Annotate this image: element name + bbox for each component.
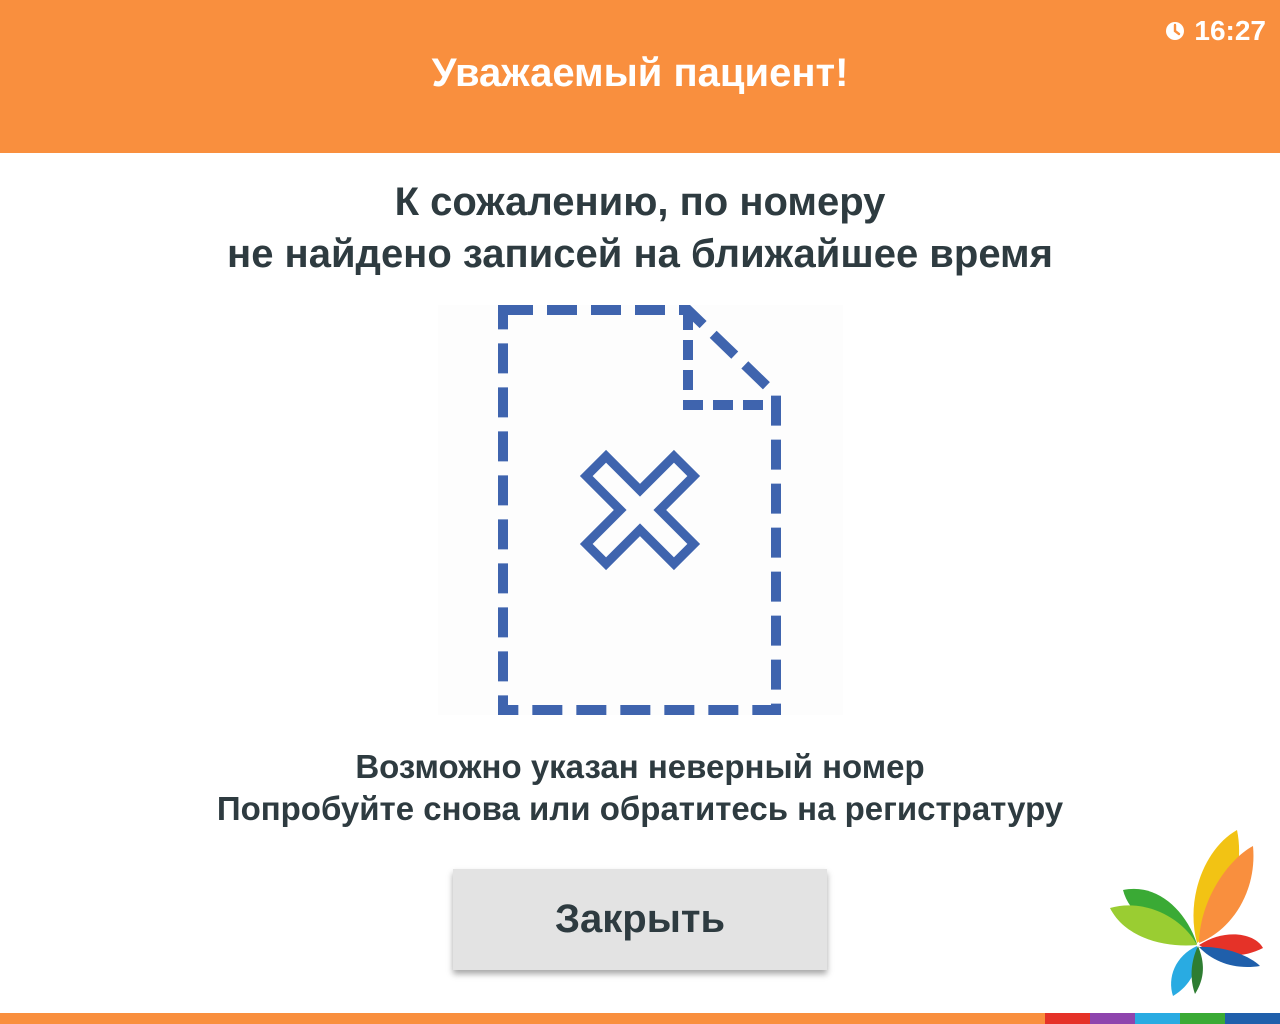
document-not-found-icon bbox=[498, 305, 781, 715]
butterfly-logo-icon bbox=[1110, 830, 1263, 996]
headline-line-2: не найдено записей на ближайшее время bbox=[227, 232, 1053, 276]
not-found-headline: К сожалению, по номеру не найдено записе… bbox=[0, 176, 1280, 280]
header-bar: Уважаемый пациент! 16:27 bbox=[0, 0, 1280, 153]
bottom-bar-red bbox=[1045, 1013, 1090, 1024]
bottom-bar-green bbox=[1180, 1013, 1225, 1024]
clock: 16:27 bbox=[1165, 14, 1266, 48]
bottom-bar-purple bbox=[1090, 1013, 1135, 1024]
bottom-bar-orange bbox=[0, 1013, 1045, 1024]
message-line-1: Возможно указан неверный номер bbox=[355, 748, 925, 785]
clock-icon bbox=[1166, 22, 1185, 40]
page-title: Уважаемый пациент! bbox=[431, 51, 849, 95]
hint-message: Возможно указан неверный номер Попробуйт… bbox=[0, 746, 1280, 830]
bottom-color-bar bbox=[0, 1013, 1280, 1024]
bottom-bar-cyan bbox=[1135, 1013, 1180, 1024]
headline-line-1: К сожалению, по номеру bbox=[394, 180, 886, 224]
bottom-bar-blue bbox=[1225, 1013, 1280, 1024]
message-line-2: Попробуйте снова или обратитесь на регис… bbox=[216, 790, 1064, 827]
illustration-panel bbox=[438, 305, 843, 715]
close-button[interactable]: Закрыть bbox=[453, 869, 827, 970]
clock-time: 16:27 bbox=[1194, 15, 1266, 46]
